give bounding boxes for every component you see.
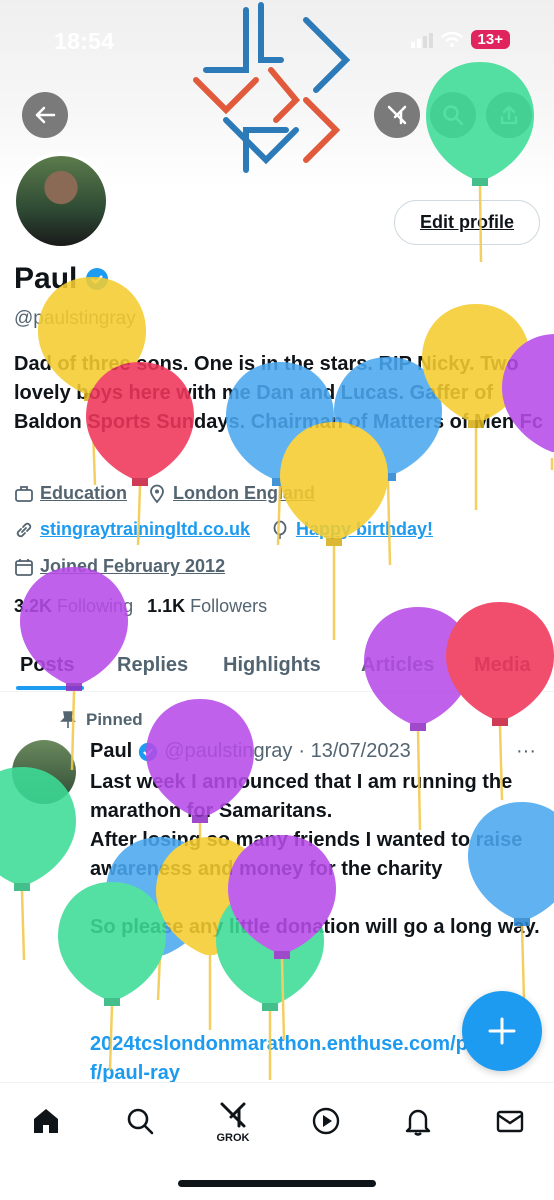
nav-messages[interactable]: [490, 1101, 530, 1141]
profile-meta-row-2: stingraytrainingltd.co.uk Happy birthday…: [14, 519, 433, 540]
followers-label: Followers: [190, 596, 268, 616]
status-bar: 18:54 13+: [0, 0, 554, 86]
search-icon: [443, 105, 464, 126]
bell-icon: [405, 1109, 431, 1136]
compose-button[interactable]: [462, 991, 542, 1071]
post-link[interactable]: 2024tcslondonmarathon.enthuse.com/pf/pau…: [90, 1030, 470, 1088]
following-stat[interactable]: 3.2K Following: [14, 596, 133, 617]
plus-icon: [488, 1017, 516, 1045]
post-text: Last week I announced that I am running …: [90, 771, 540, 938]
profile-website-link[interactable]: stingraytrainingltd.co.uk: [40, 519, 250, 540]
back-button[interactable]: [22, 92, 68, 138]
tab-replies[interactable]: Replies: [117, 648, 188, 677]
nav-video[interactable]: [306, 1101, 346, 1141]
pinned-label-row: Pinned: [60, 710, 143, 730]
profile-tabs: Posts Replies Highlights Articles Media: [0, 642, 554, 692]
nav-notifications[interactable]: [398, 1101, 438, 1141]
profile-birthday-link[interactable]: Happy birthday!: [296, 519, 433, 540]
home-indicator: [178, 1180, 376, 1187]
home-icon: [34, 1109, 58, 1133]
follow-stats: 3.2K Following 1.1K Followers: [14, 596, 267, 617]
signal-icon: [410, 32, 433, 48]
briefcase-icon: [15, 485, 33, 502]
post-header: Paul @paulstingray · 13/07/2023: [90, 740, 411, 763]
followers-stat[interactable]: 1.1K Followers: [147, 596, 267, 617]
location-pin-icon: [150, 484, 164, 503]
status-time: 18:54: [54, 28, 115, 54]
tab-media[interactable]: Media: [474, 648, 531, 677]
tab-highlights[interactable]: Highlights: [223, 648, 321, 677]
pinned-label: Pinned: [86, 710, 143, 729]
battery-indicator: 13+: [470, 30, 510, 49]
profile-name-row: Paul: [14, 262, 109, 296]
profile-meta-row-1: Education London England: [14, 483, 315, 504]
post-avatar[interactable]: [12, 740, 76, 804]
following-count: 3.2K: [14, 596, 53, 616]
verified-badge-icon: [86, 268, 109, 290]
nav-search[interactable]: [120, 1101, 160, 1141]
grok-icon: [387, 105, 407, 125]
following-label: Following: [57, 596, 134, 616]
profile-bio: Dad of three sons. One is in the stars. …: [14, 353, 543, 433]
profile-name: Paul: [14, 262, 78, 295]
status-icons: 13+: [410, 30, 510, 49]
tab-posts[interactable]: Posts: [20, 648, 74, 677]
followers-count: 1.1K: [147, 596, 186, 616]
profile-joined-date: Joined February 2012: [40, 556, 226, 576]
grok-button[interactable]: [374, 92, 420, 138]
search-button[interactable]: [430, 92, 476, 138]
profile-avatar[interactable]: [12, 152, 110, 250]
play-icon: [312, 1107, 340, 1135]
profile-handle: @paulstingray: [14, 308, 136, 329]
more-icon[interactable]: ···: [516, 740, 536, 763]
post-author[interactable]: Paul: [90, 740, 132, 763]
post-date: · 13/07/2023: [298, 740, 411, 762]
wifi-icon: [440, 31, 463, 47]
tab-articles[interactable]: Articles: [361, 648, 434, 677]
pin-icon: [60, 711, 76, 728]
nav-grok[interactable]: [213, 1095, 253, 1135]
nav-grok-label: GROK: [216, 1132, 250, 1144]
share-button[interactable]: [486, 92, 532, 138]
back-arrow-icon: [35, 106, 56, 124]
link-icon: [16, 522, 32, 537]
balloon-icon: [273, 520, 287, 539]
profile-category[interactable]: Education: [40, 483, 127, 504]
edit-profile-button[interactable]: Edit profile: [394, 200, 540, 245]
calendar-icon: [15, 558, 33, 576]
active-tab-indicator: [16, 686, 84, 690]
profile-location: London England: [173, 483, 315, 503]
mail-icon: [496, 1110, 524, 1133]
profile-meta-row-3: Joined February 2012: [14, 556, 225, 577]
post-handle[interactable]: @paulstingray: [164, 740, 292, 763]
search-icon: [127, 1108, 154, 1135]
grok-icon: [220, 1102, 246, 1128]
verified-badge-icon: [139, 742, 158, 761]
nav-home[interactable]: [26, 1101, 66, 1141]
share-icon: [500, 105, 518, 125]
